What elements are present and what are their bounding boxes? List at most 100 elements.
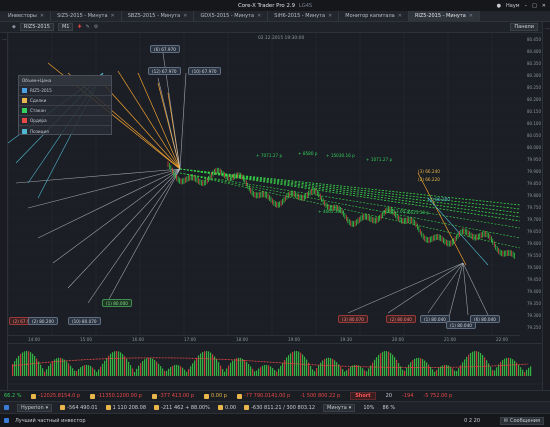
volume-chart[interactable] bbox=[8, 343, 542, 390]
pnl-value: -1 500 800.22 p bbox=[300, 393, 341, 399]
coin-icon bbox=[151, 393, 157, 399]
close-tab-icon[interactable]: ✕ bbox=[398, 13, 402, 19]
draw-icon[interactable]: ✎ bbox=[86, 24, 90, 30]
projection-line bbox=[179, 168, 520, 222]
trade-marker[interactable]: (2) 80.040 bbox=[386, 315, 416, 323]
close-tab-icon[interactable]: ✕ bbox=[328, 13, 332, 19]
pin-icon[interactable]: ◆ bbox=[12, 24, 16, 30]
user-icon[interactable]: ● bbox=[497, 3, 501, 9]
settings-icon[interactable]: ⚙ bbox=[94, 24, 98, 30]
account-checkbox[interactable] bbox=[4, 405, 9, 410]
trade-marker[interactable]: (1) 80.000 bbox=[102, 299, 132, 307]
volume-bar bbox=[138, 365, 140, 376]
volume-bar bbox=[258, 368, 260, 376]
price-tick-label: 79.250 bbox=[527, 325, 541, 330]
trade-marker[interactable]: (10) 67.970 bbox=[188, 67, 221, 75]
account-selector[interactable]: Hyperion ▾ bbox=[17, 403, 53, 412]
panels-button[interactable]: Панели bbox=[510, 23, 538, 31]
volume-bar bbox=[348, 368, 350, 376]
messages-label: Сообщения bbox=[509, 417, 540, 424]
volume-bar bbox=[90, 366, 92, 376]
tab-label: SiZ5-2015 - Минута bbox=[57, 13, 108, 19]
volume-bar bbox=[324, 358, 326, 376]
user-name[interactable]: Наум bbox=[506, 3, 520, 9]
price-axis: 80.450 80.400 80.350 80.300 80.250 80.200 80.1… bbox=[520, 33, 542, 335]
tab-siz5[interactable]: SiZ5-2015 - Минута ✕ bbox=[51, 11, 122, 21]
volume-bar bbox=[160, 366, 162, 376]
volume-bar bbox=[148, 357, 150, 376]
indicator-row[interactable]: RIZ5-2015 bbox=[19, 86, 111, 96]
marker-label: (10) 80.070 bbox=[72, 318, 97, 324]
trade-marker[interactable]: (2) 80.200 bbox=[28, 317, 58, 325]
tab-investors[interactable]: Инвесторы ✕ bbox=[2, 11, 52, 21]
trade-marker[interactable]: (6) 67.970 bbox=[150, 45, 180, 53]
indicator-panel[interactable]: Объем+Цена RIZ5-2015 Сделки Стакан Ордер… bbox=[18, 75, 112, 135]
pnl-stat-4: 0.00 p bbox=[204, 393, 227, 399]
tab-riz5[interactable]: RIZ5-2015 - Минута ✕ bbox=[408, 11, 480, 21]
info-icon bbox=[4, 418, 9, 423]
volume-bar bbox=[326, 358, 328, 376]
tab-sbz5[interactable]: SBZ5-2015 - Минута ✕ bbox=[122, 11, 195, 21]
volume-bar bbox=[178, 365, 180, 376]
volume-bar bbox=[152, 358, 154, 376]
volume-bar bbox=[192, 363, 194, 376]
volume-bar bbox=[118, 351, 120, 376]
indicator-row[interactable]: Стакан bbox=[19, 106, 111, 116]
volume-bar bbox=[332, 358, 334, 376]
volume-bar bbox=[236, 358, 238, 376]
zoom-value: 10% bbox=[363, 404, 375, 411]
close-tab-icon[interactable]: ✕ bbox=[469, 13, 473, 19]
volume-bar bbox=[166, 370, 168, 376]
close-icon[interactable]: ✕ bbox=[542, 3, 546, 9]
coin-icon bbox=[60, 405, 66, 410]
volume-bar bbox=[498, 364, 500, 376]
close-tab-icon[interactable]: ✕ bbox=[40, 13, 44, 19]
indicator-row[interactable]: Сделки bbox=[19, 96, 111, 106]
close-tab-icon[interactable]: ✕ bbox=[257, 13, 261, 19]
volume-bar bbox=[500, 361, 502, 376]
volume-bar bbox=[260, 366, 262, 376]
messages-button[interactable]: ✉ Сообщения bbox=[499, 416, 544, 425]
indicator-row[interactable]: Позиция bbox=[19, 126, 111, 136]
timeframe-label: M1 bbox=[61, 24, 70, 30]
profit-annotation: + 4665.30 p bbox=[318, 209, 345, 214]
price-tick-label: 80.000 bbox=[527, 145, 541, 150]
crosshair-icon[interactable]: ✚ bbox=[77, 24, 81, 30]
trade-marker[interactable]: (10) 80.070 bbox=[68, 317, 101, 325]
volume-bar bbox=[42, 368, 44, 376]
trade-marker[interactable]: (3) 80.070 bbox=[338, 315, 368, 323]
timeframe-dropdown[interactable]: Минута ▾ bbox=[323, 403, 356, 412]
volume-bar bbox=[36, 358, 38, 376]
volume-bar bbox=[378, 354, 380, 376]
checkbox-icon bbox=[4, 405, 9, 410]
volume-bar bbox=[272, 367, 274, 376]
volume-bar bbox=[322, 360, 324, 376]
volume-bar bbox=[468, 354, 470, 376]
volume-bar bbox=[186, 371, 188, 376]
volume-bar bbox=[486, 360, 488, 376]
volume-bar bbox=[466, 356, 468, 376]
symbol-label: RIZ5-2015 bbox=[23, 24, 50, 30]
trade-marker[interactable]: (12) 67.970 bbox=[148, 67, 181, 75]
price-tick-label: 79.900 bbox=[527, 169, 541, 174]
maximize-icon[interactable]: □ bbox=[532, 3, 537, 9]
position-side-badge[interactable]: Short bbox=[350, 392, 376, 400]
time-tick-label: 16:00 bbox=[132, 337, 145, 342]
minimize-icon[interactable]: – bbox=[525, 3, 528, 9]
fan-line bbox=[157, 77, 181, 170]
volume-bar bbox=[482, 355, 484, 376]
close-tab-icon[interactable]: ✕ bbox=[111, 13, 115, 19]
indicator-row[interactable]: Ордера bbox=[19, 116, 111, 126]
projection-line bbox=[179, 168, 520, 206]
timeframe-selector[interactable]: M1 bbox=[57, 23, 74, 31]
tab-gdx5[interactable]: GDX5-2015 - Минута ✕ bbox=[194, 11, 269, 21]
volume-bar bbox=[512, 359, 514, 376]
symbol-selector[interactable]: RIZ5-2015 bbox=[19, 23, 54, 31]
close-tab-icon[interactable]: ✕ bbox=[183, 13, 187, 19]
volume-bar bbox=[180, 366, 182, 376]
volume-bar bbox=[46, 369, 48, 376]
tab-capital-monitor[interactable]: Монитор капитала ✕ bbox=[339, 11, 409, 21]
tab-sih6[interactable]: SiH6-2015 - Минута ✕ bbox=[268, 11, 340, 21]
trade-marker[interactable]: (6) 80.040 bbox=[470, 315, 500, 323]
price-chart[interactable]: 02.12.2015 19:30:00 Объем+Цена RIZ5-2015… bbox=[8, 33, 520, 335]
